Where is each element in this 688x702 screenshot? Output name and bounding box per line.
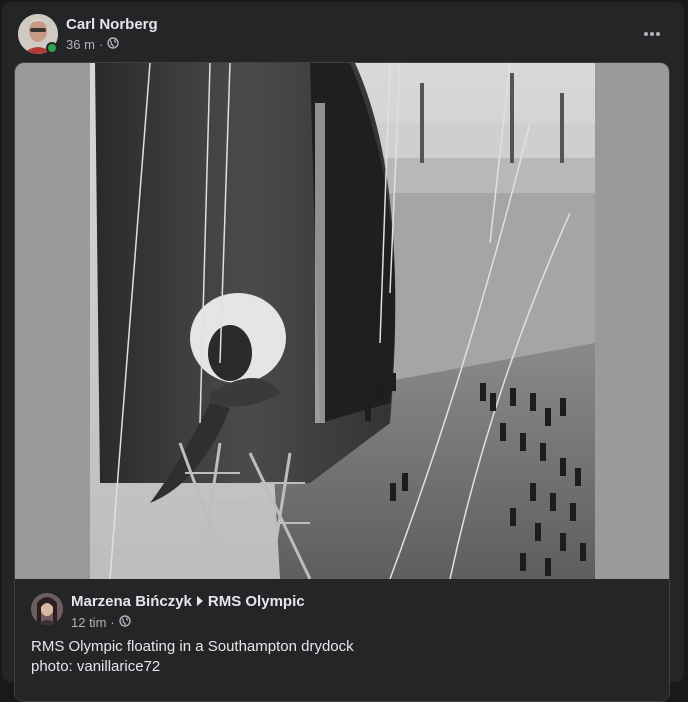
- shared-photo-container[interactable]: [15, 63, 669, 579]
- post-timestamp[interactable]: 36 m: [66, 37, 95, 52]
- original-post-meta: 12 tim ·: [71, 615, 131, 630]
- meta-separator: ·: [110, 615, 115, 630]
- globe-icon[interactable]: [107, 37, 119, 52]
- caption-line: RMS Olympic floating in a Southampton dr…: [31, 638, 354, 655]
- original-author-name[interactable]: Marzena Bińczyk: [71, 593, 192, 610]
- original-author-avatar[interactable]: [31, 593, 63, 625]
- meta-separator: ·: [98, 37, 104, 52]
- caption-line: photo: vanillarice72: [31, 658, 161, 675]
- original-post-info: Marzena Bińczyk RMS Olympic 12 tim · RMS…: [15, 579, 669, 701]
- online-status-indicator: [46, 42, 58, 54]
- original-author-line: Marzena Bińczyk RMS Olympic: [71, 593, 305, 610]
- original-timestamp[interactable]: 12 tim: [71, 615, 106, 630]
- triangle-right-icon: [196, 593, 204, 610]
- globe-icon[interactable]: [119, 615, 131, 630]
- post-author-name[interactable]: Carl Norberg: [66, 16, 158, 33]
- more-horizontal-icon: [644, 32, 660, 36]
- post-header: Carl Norberg 36 m ·: [18, 14, 668, 58]
- shared-post: Marzena Bińczyk RMS Olympic 12 tim · RMS…: [14, 62, 670, 702]
- post-card: Carl Norberg 36 m · Marzena Bińczyk RMS …: [2, 2, 684, 702]
- original-target-page[interactable]: RMS Olympic: [208, 593, 305, 610]
- more-options-button[interactable]: [636, 18, 668, 50]
- shared-photo[interactable]: [90, 63, 595, 579]
- post-meta: 36 m ·: [66, 37, 119, 52]
- post-caption: RMS Olympic floating in a Southampton dr…: [31, 637, 354, 677]
